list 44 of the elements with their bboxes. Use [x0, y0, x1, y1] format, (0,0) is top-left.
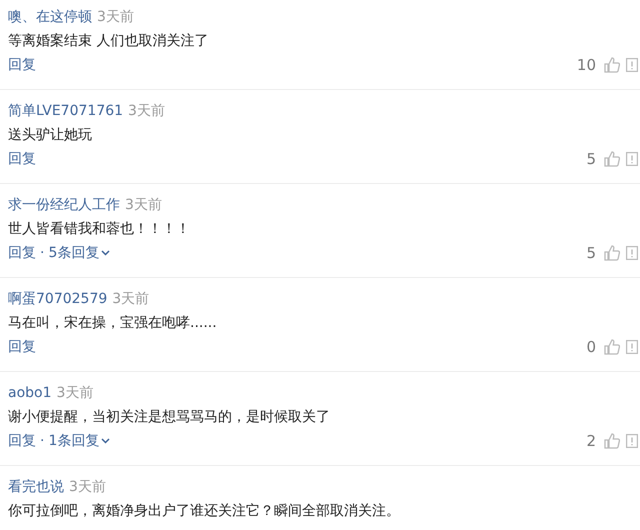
comment-author[interactable]: 噢、在这停顿 [8, 8, 92, 26]
reply-link[interactable]: 回复 [8, 244, 36, 262]
thumbs-up-icon[interactable] [604, 57, 620, 73]
comment-text: 等离婚案结束 人们也取消关注了 [8, 32, 208, 50]
comment-text: 送头驴让她玩 [8, 126, 92, 144]
like-count: 0 [586, 338, 596, 356]
comment-text: 你可拉倒吧，离婚净身出户了谁还关注它？瞬间全部取消关注。 [8, 502, 400, 520]
comment-time: 3天前 [56, 384, 94, 402]
report-icon[interactable] [626, 58, 638, 72]
report-icon[interactable] [626, 340, 638, 354]
report-icon[interactable] [626, 152, 638, 166]
thumbs-up-icon[interactable] [604, 151, 620, 167]
separator-dot: · [40, 245, 44, 261]
like-count: 5 [586, 244, 596, 262]
comment-time: 3天前 [128, 102, 165, 120]
comment-author[interactable]: aobo1 [8, 385, 52, 401]
chevron-down-icon [101, 250, 110, 256]
like-count: 10 [576, 56, 596, 74]
replies-link[interactable]: 5条回复 [48, 244, 110, 262]
report-icon[interactable] [626, 246, 638, 260]
like-count: 2 [586, 432, 596, 450]
comment-author[interactable]: 求一份经纪人工作 [8, 196, 120, 214]
comment-text: 世人皆看错我和蓉也！！！！ [8, 220, 190, 238]
comment-text: 谢小便提醒，当初关注是想骂骂马的，是时候取关了 [8, 408, 330, 426]
comment-text: 马在叫，宋在操，宝强在咆哮...... [8, 314, 217, 332]
reply-link[interactable]: 回复 [8, 56, 36, 74]
comment-author[interactable]: 啊蛋70702579 [8, 290, 108, 308]
like-count: 5 [586, 150, 596, 168]
thumbs-up-icon[interactable] [604, 433, 620, 449]
comment-time: 3天前 [69, 478, 106, 496]
thumbs-up-icon[interactable] [604, 339, 620, 355]
comment-time: 3天前 [125, 196, 162, 214]
thumbs-up-icon[interactable] [604, 245, 620, 261]
reply-link[interactable]: 回复 [8, 150, 36, 168]
comment-time: 3天前 [97, 8, 134, 26]
reply-link[interactable]: 回复 [8, 432, 36, 450]
report-icon[interactable] [626, 434, 638, 448]
replies-link[interactable]: 1条回复 [48, 432, 110, 450]
separator-dot: · [40, 433, 44, 449]
comment-author[interactable]: 看完也说 [8, 478, 64, 496]
chevron-down-icon [101, 438, 110, 444]
reply-link[interactable]: 回复 [8, 338, 36, 356]
comment-author[interactable]: 简单LVE7071761 [8, 102, 124, 120]
comment-time: 3天前 [112, 290, 150, 308]
